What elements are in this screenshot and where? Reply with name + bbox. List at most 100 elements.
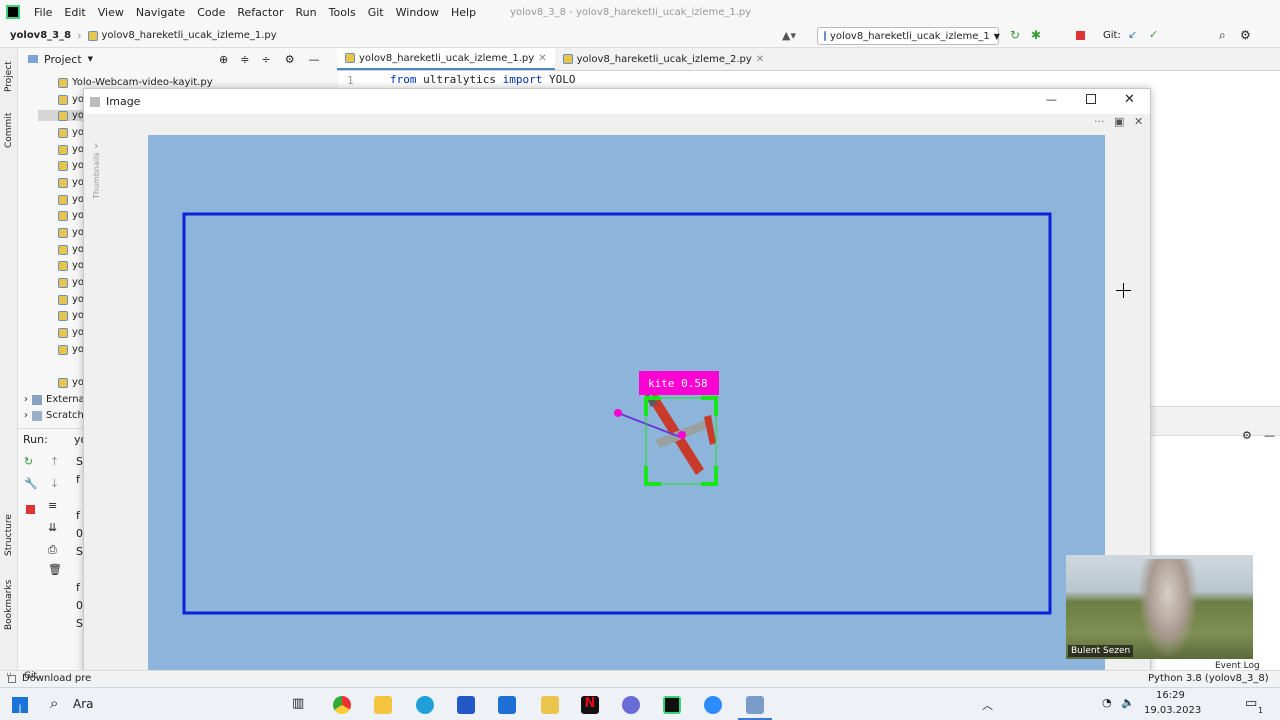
down-arrow-icon[interactable]: ↓ <box>50 477 59 490</box>
python-file-icon <box>58 94 68 105</box>
python-window-icon[interactable] <box>746 696 764 714</box>
gear-icon[interactable]: ⚙ <box>1240 28 1251 42</box>
clock-time[interactable]: 16:29 <box>1156 690 1185 701</box>
track-point <box>614 409 622 417</box>
tree-item-label: Yolo-Webcam-video-kayit.py <box>72 77 213 88</box>
app-icon[interactable] <box>622 696 640 714</box>
crosshair-cursor-icon <box>1116 283 1131 298</box>
tool-window-strip: Project Commit Structure Bookmarks <box>0 48 18 670</box>
netflix-icon[interactable]: N <box>581 696 599 714</box>
mail-icon[interactable] <box>498 696 516 714</box>
locate-icon[interactable]: ⊕ <box>219 53 228 66</box>
tab-file-2[interactable]: yolov8_hareketli_ucak_izleme_2.py ✕ <box>555 48 773 70</box>
print-icon[interactable]: ⎙ <box>48 543 57 557</box>
chevron-right-icon[interactable]: › <box>94 139 98 152</box>
run-config-label: yolov8_hareketli_ucak_izleme_1 <box>830 30 990 42</box>
menu-help[interactable]: Help <box>445 6 482 19</box>
menu-window[interactable]: Window <box>390 6 445 19</box>
thumbnails-label[interactable]: Thumbnails <box>92 153 101 199</box>
store-icon[interactable] <box>457 696 475 714</box>
console-line: S <box>76 455 83 468</box>
breadcrumb-file[interactable]: yolov8_hareketli_ucak_izleme_1.py <box>102 30 277 41</box>
hide-icon[interactable]: — <box>1264 429 1275 442</box>
search-icon[interactable]: ⌕ <box>50 694 58 712</box>
menu-refactor[interactable]: Refactor <box>231 6 289 19</box>
close-icon[interactable]: ✕ <box>538 53 546 64</box>
close-icon[interactable]: ✕ <box>1134 115 1143 128</box>
python-file-icon <box>345 53 355 63</box>
menu-tools[interactable]: Tools <box>323 6 362 19</box>
debug-icon[interactable]: ✱ <box>1031 28 1041 42</box>
stop-icon[interactable] <box>1076 31 1085 40</box>
console-line: f <box>76 509 80 522</box>
strip-project[interactable]: Project <box>4 61 14 92</box>
pycharm-icon[interactable] <box>663 696 681 714</box>
run-config-select[interactable]: yolov8_hareketli_ucak_izleme_1 ▼ <box>817 27 1000 45</box>
close-icon[interactable]: ✕ <box>1124 92 1135 107</box>
tree-external-libraries[interactable]: › Externa <box>24 394 85 405</box>
webcam-name: Bulent Sezen <box>1068 645 1134 657</box>
close-icon[interactable]: ✕ <box>756 54 764 65</box>
clock-date[interactable]: 19.03.2023 <box>1144 705 1201 716</box>
task-view-icon[interactable]: ▥ <box>292 696 304 711</box>
zoom-icon[interactable] <box>704 696 722 714</box>
image-window-titlebar: Image — ✕ <box>84 89 1150 114</box>
restore-icon[interactable]: ▣ <box>1114 115 1124 128</box>
gear-icon[interactable]: ⚙ <box>285 53 295 66</box>
file-explorer-icon[interactable] <box>374 696 392 714</box>
tab-label: yolov8_hareketli_ucak_izleme_1.py <box>359 52 535 64</box>
chrome-icon[interactable] <box>333 696 351 714</box>
interpreter-status[interactable]: Python 3.8 (yolov8_3_8) <box>1148 673 1269 684</box>
search-icon[interactable]: ⌕ <box>1219 28 1226 43</box>
git-commit-icon[interactable]: ✓ <box>1149 28 1158 41</box>
python-icon[interactable] <box>541 696 559 714</box>
chevron-up-icon[interactable]: ︿ <box>982 697 993 713</box>
stop-icon[interactable] <box>26 505 35 514</box>
project-panel-title[interactable]: Project <box>44 53 82 66</box>
more-icon[interactable]: ··· <box>1094 115 1105 128</box>
menu-navigate[interactable]: Navigate <box>130 6 191 19</box>
menu-edit[interactable]: Edit <box>58 6 91 19</box>
strip-commit[interactable]: Commit <box>4 113 14 148</box>
search-box-label[interactable]: Ara <box>73 697 94 711</box>
strip-bookmarks[interactable]: Bookmarks <box>4 580 14 630</box>
breadcrumb-project[interactable]: yolov8_3_8 <box>10 30 71 41</box>
chevron-down-icon: ▼ <box>993 31 1000 41</box>
hide-icon[interactable]: — <box>309 53 320 66</box>
menu-git[interactable]: Git <box>362 6 390 19</box>
notifications-icon[interactable]: ▭ <box>1245 696 1257 711</box>
center-point <box>678 431 686 439</box>
git-update-icon[interactable]: ↙ <box>1128 28 1137 41</box>
tree-item[interactable]: Yolo-Webcam-video-kayit.py <box>58 77 213 88</box>
strip-structure[interactable]: Structure <box>4 514 14 556</box>
collapse-icon[interactable]: ÷ <box>261 53 270 66</box>
rerun-icon[interactable]: ↻ <box>1010 28 1020 42</box>
gear-icon[interactable]: ⚙ <box>1242 429 1252 442</box>
wrench-icon[interactable]: 🔧 <box>24 477 38 490</box>
network-icon[interactable]: ◔ <box>1102 696 1112 709</box>
python-file-icon <box>58 110 68 121</box>
maximize-icon[interactable] <box>1086 94 1096 104</box>
menu-run[interactable]: Run <box>290 6 323 19</box>
menu-file[interactable]: File <box>28 6 58 19</box>
menu-code[interactable]: Code <box>191 6 231 19</box>
scratch-icon <box>32 410 42 421</box>
python-file-icon <box>824 31 826 41</box>
trash-icon[interactable]: 🗑 <box>48 563 62 576</box>
tab-file-1[interactable]: yolov8_hareketli_ucak_izleme_1.py ✕ <box>337 48 555 70</box>
minimize-icon[interactable]: — <box>1046 93 1057 106</box>
chevron-down-icon: ▼ <box>87 55 94 63</box>
edge-icon[interactable] <box>416 696 434 714</box>
user-icon[interactable]: ▲▾ <box>782 29 796 42</box>
python-file-icon <box>58 210 68 221</box>
windows-start-icon[interactable] <box>12 697 28 713</box>
scroll-end-icon[interactable]: ⇊ <box>48 521 57 534</box>
menu-view[interactable]: View <box>92 6 130 19</box>
panel-divider <box>1150 406 1280 436</box>
tree-scratches[interactable]: › Scratch <box>24 410 84 421</box>
volume-icon[interactable]: 🔈 <box>1121 696 1135 709</box>
up-arrow-icon[interactable]: ↑ <box>50 455 59 468</box>
rerun-icon[interactable]: ↻ <box>24 455 33 468</box>
soft-wrap-icon[interactable]: ≡ <box>48 499 57 512</box>
expand-icon[interactable]: ≑ <box>240 53 249 66</box>
